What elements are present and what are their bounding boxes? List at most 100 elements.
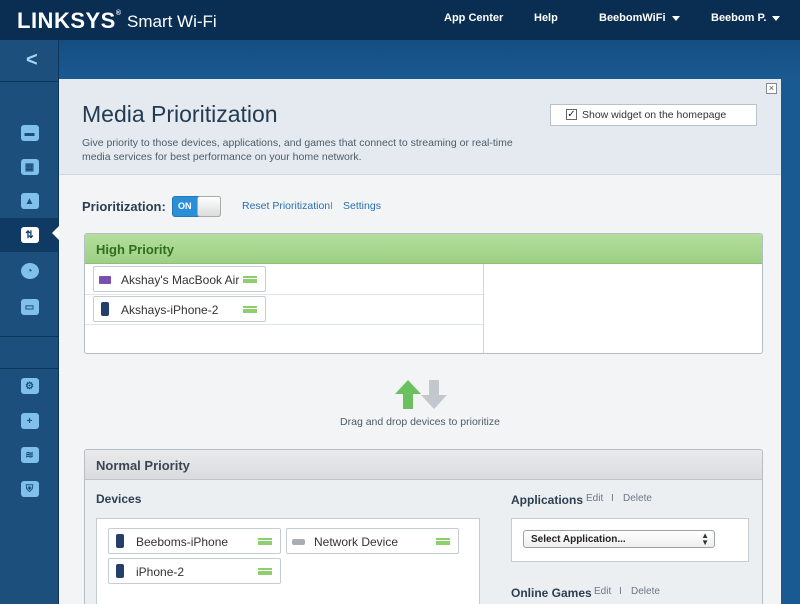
arrow-down-icon — [421, 395, 447, 409]
sidebar-item-media-prioritization[interactable]: ⇅ — [0, 218, 60, 252]
device-chip[interactable]: Network Device — [286, 528, 459, 554]
sidebar-item-security[interactable]: ⛨ — [0, 472, 59, 506]
select-application-dropdown[interactable]: Select Application... ▲ ▼ — [523, 530, 715, 548]
brand-name: LINKSYS — [17, 8, 116, 33]
sidebar-item-troubleshooting[interactable]: + — [0, 404, 59, 438]
panel-header: × Media Prioritization Give priority to … — [59, 79, 781, 175]
device-chip[interactable]: Akshay's MacBook Air — [93, 266, 266, 292]
games-edit-link[interactable]: Edit — [594, 586, 611, 597]
page-description: Give priority to those devices, applicat… — [82, 137, 513, 163]
normal-priority-header: Normal Priority — [85, 450, 762, 480]
router-icon: ▬ — [20, 125, 39, 141]
phone-icon — [116, 534, 124, 548]
caret-down-icon — [772, 15, 781, 21]
drag-handle-icon[interactable] — [258, 538, 272, 545]
help-link[interactable]: Help — [534, 12, 558, 24]
back-button[interactable]: < — [0, 40, 59, 82]
high-priority-header: High Priority — [85, 234, 762, 264]
top-bar: LINKSYS® Smart Wi-Fi App Center Help Bee… — [0, 0, 800, 40]
network-device-icon — [292, 539, 305, 545]
page-title: Media Prioritization — [82, 101, 278, 127]
sidebar: < ▬ ▦ ▲ ⇅ ◔ ▭ ⚙ + ≋ ⛨ — [0, 40, 60, 604]
network-menu[interactable]: BeebomWiFi — [599, 12, 680, 24]
link-separator: I — [611, 493, 614, 504]
laptop-icon — [99, 276, 111, 284]
phone-icon — [101, 302, 109, 316]
applications-edit-link[interactable]: Edit — [586, 493, 603, 504]
arrow-down-stem — [429, 380, 439, 396]
sidebar-item-external-storage[interactable]: ▭ — [0, 290, 59, 324]
normal-priority-box[interactable]: Normal Priority Devices Applications Edi… — [84, 449, 763, 604]
media-prioritization-panel: × Media Prioritization Give priority to … — [59, 79, 781, 604]
select-application-value: Select Application... — [531, 534, 626, 545]
arrow-up-stem — [403, 393, 413, 409]
high-priority-title: High Priority — [96, 242, 175, 257]
warning-icon: ▲ — [20, 193, 39, 209]
linksys-logo[interactable]: LINKSYS® — [17, 8, 122, 34]
toggle-state: ON — [178, 201, 192, 211]
drag-handle-icon[interactable] — [258, 568, 272, 575]
product-name: Smart Wi-Fi — [127, 12, 217, 31]
show-widget-checkbox[interactable]: ✓ — [566, 109, 577, 120]
select-arrows-icon: ▲ ▼ — [701, 531, 709, 547]
security-icon: ⛨ — [20, 481, 39, 497]
drag-hint: Drag and drop devices to prioritize — [340, 416, 500, 428]
normal-priority-title: Normal Priority — [96, 458, 190, 473]
prioritization-toggle[interactable]: ON — [172, 196, 221, 217]
show-widget-label: Show widget on the homepage — [582, 109, 727, 121]
media-prioritization-icon: ⇅ — [20, 227, 39, 243]
brand-mark: ® — [115, 10, 122, 17]
drag-handle-icon[interactable] — [243, 276, 257, 283]
toggle-knob[interactable] — [197, 196, 221, 217]
device-chip[interactable]: Beeboms-iPhone — [108, 528, 281, 554]
sidebar-item-speed-test[interactable]: ◔ — [0, 254, 59, 288]
device-name: iPhone-2 — [136, 565, 185, 579]
close-icon[interactable]: × — [766, 83, 777, 94]
phone-icon — [116, 564, 124, 578]
prioritization-label: Prioritization: — [82, 199, 166, 214]
sidebar-divider — [0, 336, 59, 337]
link-separator: I — [330, 200, 333, 212]
chevron-left-icon: < — [26, 49, 38, 71]
row-divider — [85, 324, 483, 325]
row-divider — [85, 294, 483, 295]
normal-devices-area[interactable]: Beeboms-iPhone Network Device iPhone-2 — [96, 518, 480, 604]
drag-handle-icon[interactable] — [436, 538, 450, 545]
arrow-up-icon — [395, 380, 421, 394]
speed-test-icon: ◔ — [20, 263, 39, 279]
calendar-icon: ▦ — [20, 159, 39, 175]
settings-gears-icon: ⚙ — [20, 378, 39, 394]
caret-down-icon — [671, 15, 680, 21]
network-name: BeebomWiFi — [599, 12, 666, 24]
settings-link[interactable]: Settings — [343, 200, 381, 212]
high-priority-box[interactable]: High Priority Akshay's MacBook Air Aksha… — [84, 233, 763, 354]
wifi-settings-icon: ≋ — [20, 447, 39, 463]
sidebar-item-wireless[interactable]: ≋ — [0, 438, 59, 472]
sidebar-item-device-list[interactable]: ▬ — [0, 116, 59, 150]
devices-label: Devices — [96, 492, 142, 506]
link-separator: I — [619, 586, 622, 597]
device-name: Akshay's MacBook Air — [121, 273, 240, 287]
device-chip[interactable]: iPhone-2 — [108, 558, 281, 584]
troubleshooting-icon: + — [20, 413, 39, 429]
games-delete-link[interactable]: Delete — [631, 586, 660, 597]
applications-delete-link[interactable]: Delete — [623, 493, 652, 504]
device-name: Beeboms-iPhone — [136, 535, 229, 549]
applications-area: Select Application... ▲ ▼ — [511, 518, 749, 562]
device-name: Network Device — [314, 535, 399, 549]
column-divider — [483, 264, 484, 353]
sidebar-item-guest-access[interactable]: ▲ — [0, 184, 59, 218]
drag-handle-icon[interactable] — [243, 306, 257, 313]
sidebar-item-connectivity[interactable]: ⚙ — [0, 369, 59, 403]
device-chip[interactable]: Akshays-iPhone-2 — [93, 296, 266, 322]
sidebar-item-parental-controls[interactable]: ▦ — [0, 150, 59, 184]
user-name: Beebom P. — [711, 12, 767, 24]
online-games-label: Online Games — [511, 586, 592, 600]
show-widget-option[interactable]: ✓ Show widget on the homepage — [550, 104, 757, 126]
reset-prioritization-link[interactable]: Reset Prioritization — [242, 200, 330, 212]
applications-label: Applications — [511, 493, 584, 507]
device-name: Akshays-iPhone-2 — [121, 303, 219, 317]
app-center-link[interactable]: App Center — [444, 12, 503, 24]
user-menu[interactable]: Beebom P. — [711, 12, 781, 24]
external-storage-icon: ▭ — [20, 299, 39, 315]
